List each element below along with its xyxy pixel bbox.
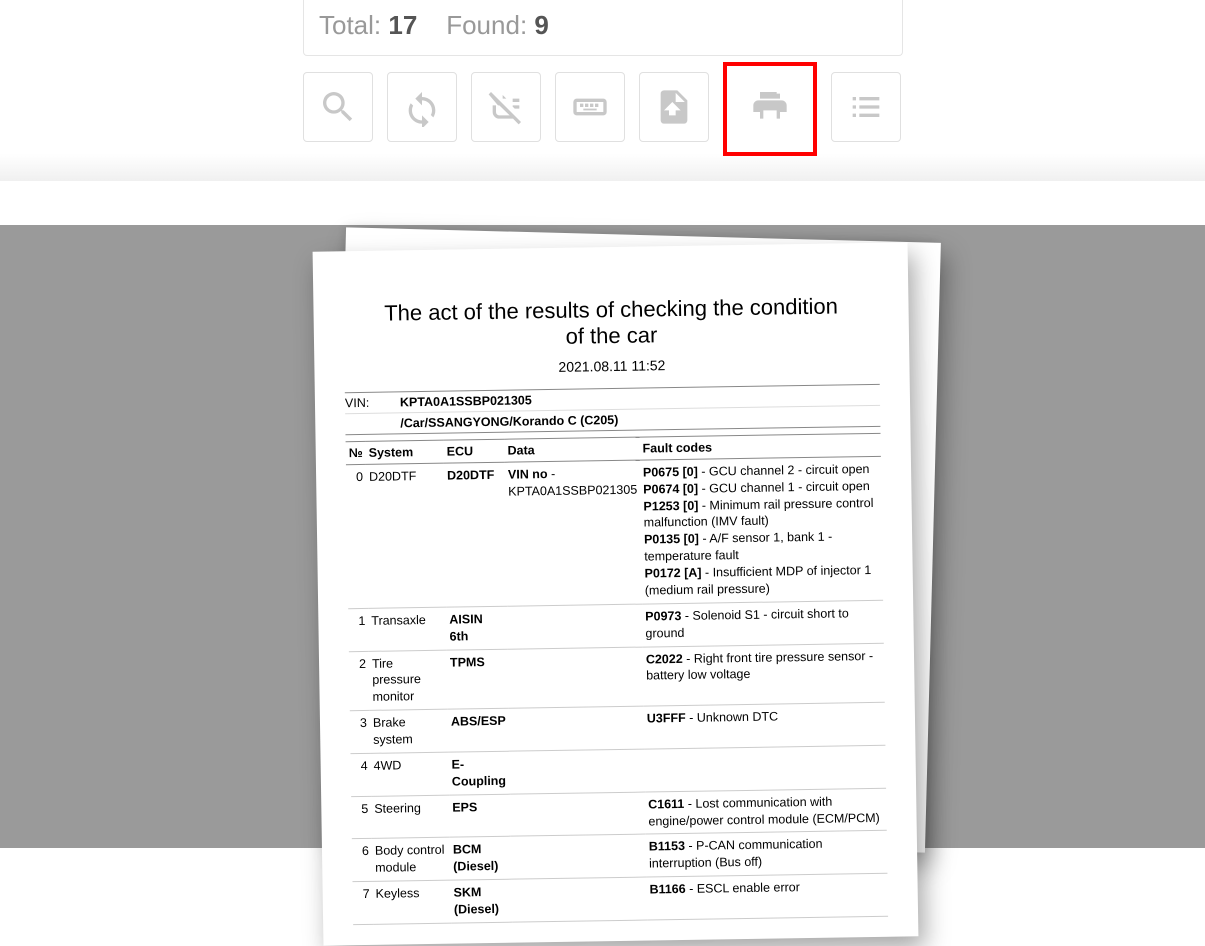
cell-ecu: E-Coupling	[448, 751, 510, 795]
cell-data	[510, 792, 646, 837]
cell-data	[507, 604, 643, 649]
report-date: 2021.08.11 11:52	[344, 354, 879, 378]
cell-num: 7	[352, 882, 373, 925]
top-panel: Total: 17 Found: 9	[0, 0, 1205, 181]
cell-data: VIN no - KPTA0A1SSBP021305	[505, 460, 642, 606]
cell-faults: B1153 - P-CAN communication interruption…	[646, 831, 888, 878]
cell-system: Body control module	[372, 838, 451, 882]
cell-system: 4WD	[370, 752, 449, 796]
header-data: Data	[504, 437, 639, 462]
print-button-highlight	[723, 62, 817, 156]
found-label: Found:	[446, 10, 527, 40]
total-value: 17	[388, 10, 417, 40]
export-button[interactable]	[639, 72, 709, 142]
cell-ecu: ABS/ESP	[448, 708, 510, 752]
cell-ecu: TPMS	[447, 649, 509, 710]
cell-num: 3	[350, 711, 371, 754]
cell-system: Transaxle	[368, 607, 447, 651]
cell-faults	[644, 745, 886, 792]
table-row: 7KeylessSKM (Diesel) B1166 - ESCL enable …	[352, 873, 888, 924]
found-value: 9	[534, 10, 548, 40]
cell-faults: U3FFF - Unknown DTC	[644, 702, 886, 749]
cell-faults: C1611 - Lost communication with engine/p…	[645, 788, 887, 835]
cell-data	[511, 834, 647, 879]
cell-ecu: D20DTF	[444, 462, 507, 607]
stats-box: Total: 17 Found: 9	[303, 0, 903, 56]
vin-value: KPTA0A1SSBP021305	[400, 393, 532, 409]
vehicle-label	[345, 416, 400, 431]
cell-system: Brake system	[370, 709, 449, 753]
cell-num: 4	[350, 753, 371, 796]
cell-num: 6	[352, 839, 373, 882]
disconnect-button[interactable]	[471, 72, 541, 142]
cell-data	[511, 877, 647, 922]
print-button[interactable]	[750, 87, 790, 132]
list-icon	[846, 87, 886, 127]
cell-system: Tire pressure monitor	[369, 650, 448, 711]
cell-faults: P0973 - Solenoid S1 - circuit short to g…	[642, 600, 884, 647]
print-icon	[750, 87, 790, 127]
cell-data	[509, 749, 645, 794]
document-background: The act of the results of checking the c…	[0, 225, 1205, 848]
header-system: System	[366, 440, 444, 464]
cell-data	[508, 647, 644, 709]
stats-text: Total: 17 Found: 9	[319, 10, 887, 41]
export-doc-icon	[654, 87, 694, 127]
cell-num: 0	[346, 464, 368, 608]
cell-num: 5	[351, 796, 372, 839]
cell-ecu: AISIN 6th	[446, 606, 508, 650]
cell-faults: B1166 - ESCL enable error	[646, 873, 888, 920]
vin-block: VIN: KPTA0A1SSBP021305 /Car/SSANGYONG/Ko…	[345, 384, 881, 435]
cell-system: Keyless	[372, 880, 451, 924]
report-title: The act of the results of checking the c…	[343, 293, 879, 354]
cell-num: 2	[349, 651, 370, 711]
cell-num: 1	[348, 608, 369, 651]
cell-ecu: EPS	[449, 794, 511, 838]
cell-data	[509, 706, 645, 751]
cell-faults: C2022 - Right front tire pressure sensor…	[643, 643, 885, 706]
keyboard-button[interactable]	[555, 72, 625, 142]
refresh-button[interactable]	[387, 72, 457, 142]
header-num: №	[346, 441, 366, 464]
vin-label: VIN:	[345, 395, 400, 410]
cell-system: Steering	[371, 795, 450, 839]
cell-system: D20DTF	[366, 463, 446, 608]
cell-ecu: SKM (Diesel)	[450, 879, 512, 923]
unplug-icon	[486, 87, 526, 127]
cell-ecu: BCM (Diesel)	[450, 837, 512, 881]
vehicle-path: /Car/SSANGYONG/Korando C (C205)	[400, 413, 618, 430]
search-icon	[318, 87, 358, 127]
search-button[interactable]	[303, 72, 373, 142]
table-row: 2Tire pressure monitorTPMS C2022 - Right …	[349, 643, 885, 711]
total-label: Total:	[319, 10, 381, 40]
report-page: The act of the results of checking the c…	[313, 242, 919, 945]
list-button[interactable]	[831, 72, 901, 142]
refresh-icon	[402, 87, 442, 127]
table-row: 0D20DTFD20DTFVIN no - KPTA0A1SSBP021305P…	[346, 456, 883, 608]
cell-faults: P0675 [0] - GCU channel 2 - circuit open…	[640, 456, 883, 604]
report-table: № System ECU Data Fault codes 0D20DTFD20…	[346, 433, 889, 925]
toolbar	[303, 72, 1205, 156]
header-ecu: ECU	[443, 439, 504, 463]
keyboard-icon	[570, 87, 610, 127]
